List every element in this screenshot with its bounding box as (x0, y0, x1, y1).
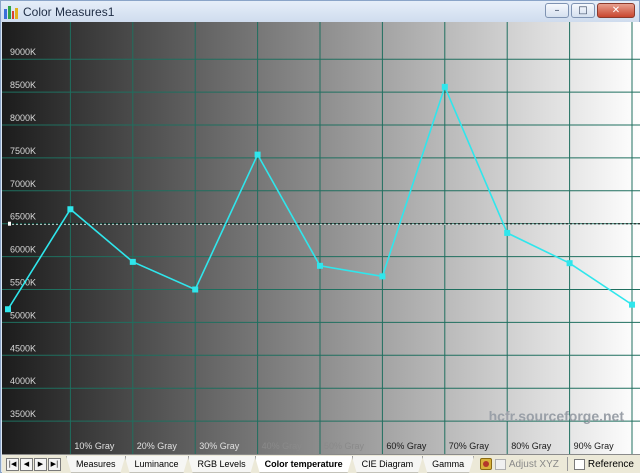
y-tick-label: 9000K (10, 47, 36, 57)
window-title: Color Measures1 (23, 4, 115, 19)
y-tick-label: 8000K (10, 113, 36, 123)
data-point (5, 306, 11, 313)
data-point (254, 151, 261, 158)
x-tick-label: 30% Gray (199, 441, 240, 451)
main-window: Color Measures1 – □ ✕ 3500K 4000K 4500K 500… (0, 0, 640, 473)
y-tick-label: 7500K (10, 146, 36, 156)
view-tabs: Measures Luminance RGB Levels Color temp… (67, 456, 474, 473)
tab-bar: |◀ ◀ ▶ ▶| Measures Luminance RGB Levels … (2, 454, 640, 473)
reference-label: Reference (587, 458, 634, 470)
x-tick-label: 50% Gray (324, 441, 365, 451)
y-tick-label: 6000K (10, 245, 36, 255)
first-tab-button[interactable]: |◀ (6, 457, 19, 471)
chart-background (2, 22, 640, 454)
y-tick-label: 7000K (10, 179, 36, 189)
watermark: hcfr.sourceforge.net (488, 408, 624, 424)
app-icon (4, 5, 18, 19)
x-tick-label: 40% Gray (262, 441, 303, 451)
reference-checkbox[interactable]: Reference (573, 458, 634, 470)
x-tick-label: 20% Gray (137, 441, 178, 451)
last-tab-button[interactable]: ▶| (48, 457, 61, 471)
y-tick-label: 4000K (10, 376, 36, 386)
x-tick-label: 90% Gray (574, 441, 615, 451)
y-tick-label: 4500K (10, 343, 36, 353)
x-tick-label: 80% Gray (511, 441, 552, 451)
y-tick-label: 8500K (10, 80, 36, 90)
data-point (192, 286, 199, 293)
x-tick-label: 60% Gray (386, 441, 427, 451)
window-controls: – □ ✕ (545, 3, 635, 18)
title-bar[interactable]: Color Measures1 – □ ✕ (1, 1, 639, 22)
x-tick-label: 10% Gray (74, 441, 115, 451)
prev-tab-button[interactable]: ◀ (20, 457, 33, 471)
y-tick-label: 6500K (10, 212, 36, 222)
reference-box[interactable] (573, 458, 585, 470)
tab-color-temperature[interactable]: Color temperature (255, 456, 353, 473)
data-point (566, 260, 573, 267)
adjust-xyz-label: Adjust XYZ (508, 458, 559, 470)
close-button[interactable]: ✕ (597, 3, 635, 18)
data-point (629, 301, 635, 308)
tab-cie-diagram[interactable]: CIE Diagram (352, 456, 424, 473)
lock-icon[interactable] (479, 458, 492, 470)
tab-gamma[interactable]: Gamma (422, 456, 474, 473)
data-point (441, 83, 448, 90)
data-point (317, 262, 323, 269)
adjust-xyz-checkbox[interactable]: Adjust XYZ (494, 458, 559, 470)
data-point (67, 206, 74, 213)
divider (566, 457, 568, 471)
data-point (129, 258, 136, 265)
color-temperature-chart[interactable]: 3500K 4000K 4500K 5000K 5500K 6000K 6500K 7000K… (2, 22, 640, 454)
adjust-xyz-box[interactable] (494, 458, 506, 470)
data-point (379, 273, 386, 280)
tab-rgb-levels[interactable]: RGB Levels (188, 456, 256, 473)
next-tab-button[interactable]: ▶ (34, 457, 47, 471)
maximize-button[interactable]: □ (571, 3, 595, 18)
y-tick-label: 5000K (10, 310, 36, 320)
y-tick-label: 3500K (10, 409, 36, 419)
minimize-button[interactable]: – (545, 3, 569, 18)
tab-measures[interactable]: Measures (66, 456, 126, 473)
data-point (504, 229, 511, 236)
reference-marker (8, 221, 11, 226)
chart-svg: 3500K4000K4500K5000K5500K6000K6500K7000K… (2, 22, 640, 454)
x-tick-label: 70% Gray (449, 441, 490, 451)
tab-luminance[interactable]: Luminance (125, 456, 189, 473)
